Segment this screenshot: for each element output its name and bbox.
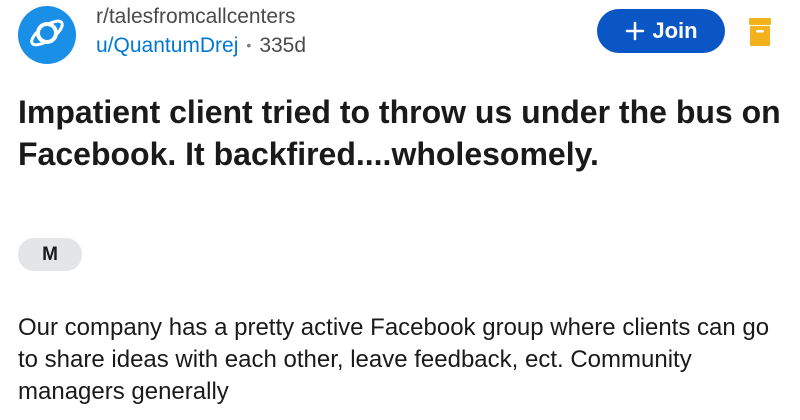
meta-separator: •: [246, 37, 252, 54]
post-screen: r/talesfromcallcenters u/QuantumDrej • 3…: [0, 0, 800, 420]
post-body: Our company has a pretty active Facebook…: [18, 314, 770, 405]
planet-icon: [26, 12, 68, 59]
join-button-label: Join: [652, 18, 698, 43]
subreddit-name[interactable]: r/talesfromcallcenters: [96, 4, 306, 29]
post-meta: r/talesfromcallcenters u/QuantumDrej • 3…: [96, 4, 306, 58]
plus-icon: [624, 20, 646, 42]
archive-icon[interactable]: [748, 17, 772, 47]
author-line: u/QuantumDrej • 335d: [96, 33, 306, 58]
subreddit-avatar[interactable]: [18, 6, 76, 64]
post-age: 335d: [259, 34, 307, 58]
join-button[interactable]: Join: [597, 9, 725, 53]
post-flair: M: [18, 238, 82, 271]
author-username[interactable]: u/QuantumDrej: [96, 33, 238, 58]
post-title: Impatient client tried to throw us under…: [18, 94, 781, 172]
